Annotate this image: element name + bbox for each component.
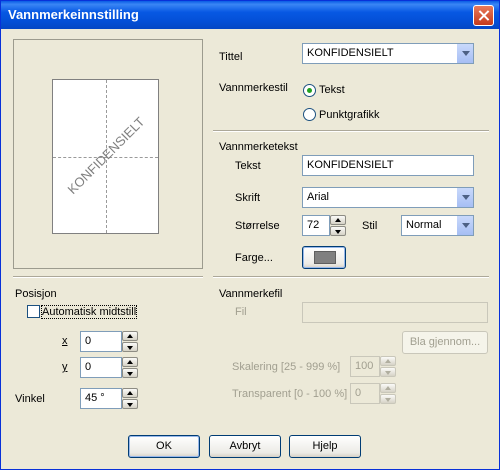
spin-up-icon[interactable] [380, 356, 396, 366]
separator [13, 276, 203, 278]
file-label: Fil [235, 306, 247, 318]
font-label: Skrift [235, 192, 261, 204]
style-label: Stil [362, 220, 378, 232]
style-bitmap-radio[interactable] [303, 108, 316, 121]
angle-input[interactable]: 45 ° [80, 388, 122, 409]
transparent-label: Transparent [0 - 100 %] [232, 388, 348, 400]
file-input[interactable] [302, 302, 488, 323]
watermark-settings-dialog: Vannmerkeinnstilling KONFIDENSIELT Titte… [0, 0, 500, 470]
y-stepper[interactable] [122, 357, 138, 378]
text-label: Tekst [235, 160, 261, 172]
title-select-value: KONFIDENSIELT [307, 47, 394, 59]
font-style-select[interactable]: Normal [401, 215, 474, 236]
position-section-label: Posisjon [15, 288, 57, 300]
auto-center-label[interactable]: Automatisk midtstill [40, 305, 138, 319]
ok-button[interactable]: OK [128, 435, 200, 458]
size-stepper[interactable] [330, 215, 346, 236]
font-style-select-value: Normal [406, 219, 442, 231]
angle-stepper[interactable] [122, 388, 138, 409]
window-title: Vannmerkeinnstilling [8, 7, 139, 22]
scale-input[interactable]: 100 [350, 356, 380, 377]
chevron-down-icon[interactable] [456, 216, 473, 235]
transparent-input[interactable]: 0 [350, 383, 380, 404]
color-swatch [314, 251, 336, 264]
spin-down-icon[interactable] [380, 394, 396, 404]
y-input[interactable]: 0 [80, 357, 122, 378]
color-label: Farge... [235, 252, 273, 264]
x-label: x [62, 335, 68, 347]
scale-stepper[interactable] [380, 356, 396, 377]
watermark-style-label: Vannmerkestil [219, 82, 288, 94]
chevron-down-icon[interactable] [456, 188, 473, 207]
separator [213, 276, 489, 278]
spin-down-icon[interactable] [122, 342, 138, 352]
chevron-down-icon[interactable] [456, 44, 473, 63]
cancel-button[interactable]: Avbryt [209, 435, 281, 458]
size-label: Størrelse [235, 220, 280, 232]
preview-page: KONFIDENSIELT [52, 79, 159, 234]
style-text-radio[interactable] [303, 84, 316, 97]
scale-label: Skalering [25 - 999 %] [232, 361, 341, 373]
watermark-file-section-label: Vannmerkefil [219, 288, 283, 300]
separator [213, 130, 489, 132]
spin-down-icon[interactable] [122, 399, 138, 409]
title-bar[interactable]: Vannmerkeinnstilling [1, 1, 499, 29]
spin-down-icon[interactable] [122, 368, 138, 378]
help-button[interactable]: Hjelp [289, 435, 361, 458]
watermark-text-input[interactable]: KONFIDENSIELT [302, 155, 474, 176]
auto-center-checkbox[interactable] [27, 305, 40, 318]
watermark-text-section-label: Vannmerketekst [219, 141, 298, 153]
font-select[interactable]: Arial [302, 187, 474, 208]
title-select[interactable]: KONFIDENSIELT [302, 43, 474, 64]
title-label: Tittel [219, 51, 243, 63]
style-text-label[interactable]: Tekst [319, 84, 345, 96]
x-input[interactable]: 0 [80, 331, 122, 352]
y-label: y [62, 361, 68, 373]
x-stepper[interactable] [122, 331, 138, 352]
transparent-stepper[interactable] [380, 383, 396, 404]
spin-up-icon[interactable] [122, 357, 138, 367]
style-bitmap-label[interactable]: Punktgrafikk [319, 109, 380, 121]
font-select-value: Arial [307, 191, 330, 203]
spin-up-icon[interactable] [330, 215, 346, 225]
spin-up-icon[interactable] [122, 331, 138, 341]
spin-down-icon[interactable] [330, 226, 346, 236]
size-input[interactable]: 72 [302, 215, 330, 236]
spin-up-icon[interactable] [122, 388, 138, 398]
spin-down-icon[interactable] [380, 367, 396, 377]
angle-label: Vinkel [15, 393, 45, 405]
color-button[interactable] [302, 246, 346, 269]
browse-button[interactable]: Bla gjennom... [402, 331, 488, 354]
close-icon[interactable] [473, 5, 494, 26]
spin-up-icon[interactable] [380, 383, 396, 393]
